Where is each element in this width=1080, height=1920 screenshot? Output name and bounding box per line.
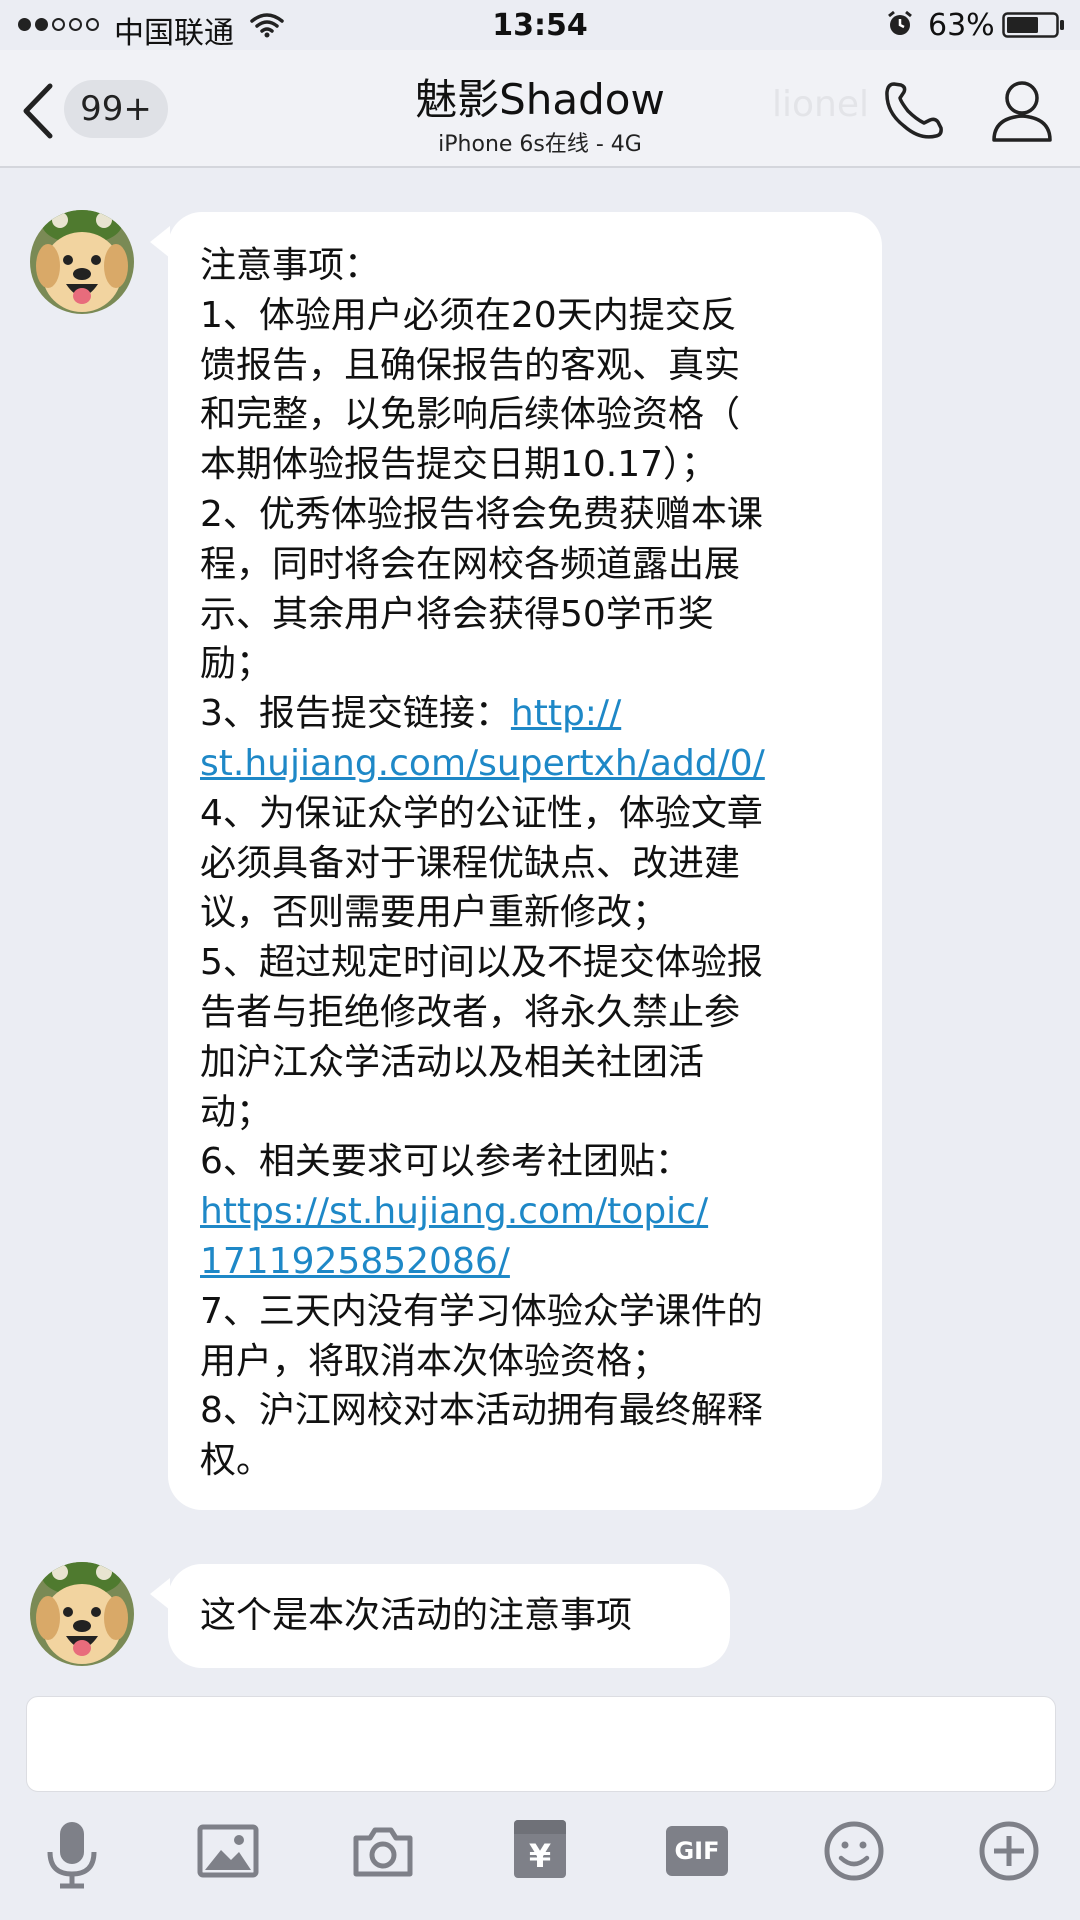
message-line: 1、体验用户必须在20天内提交反 — [200, 291, 858, 341]
plus-circle-icon[interactable] — [978, 1820, 1040, 1882]
message-text: 议，否则需要用户重新修改； — [200, 892, 669, 934]
alarm-icon — [888, 10, 912, 35]
status-bar: 中国联通 13:54 63% — [0, 0, 1080, 51]
message-text: 注意事项： — [200, 245, 381, 286]
message-line: 馈报告，且确保报告的客观、真实 — [200, 341, 858, 391]
message-line: 7、三天内没有学习体验众学课件的 — [200, 1287, 858, 1337]
message-text: 必须具备对于课程优缺点、改进建 — [200, 842, 741, 884]
message-text: 告者与拒绝修改者，将永久禁止参 — [200, 991, 741, 1033]
message-text: 2、优秀体验报告将会免费获赠本课 — [200, 493, 763, 535]
gif-label: GIF — [674, 1837, 720, 1865]
message-line: 这个是本次活动的注意事项 — [200, 1591, 706, 1641]
message-line: 权。 — [200, 1436, 858, 1486]
phone-call-icon[interactable] — [880, 78, 946, 144]
dog-avatar-icon — [30, 1562, 134, 1666]
status-time: 13:54 — [492, 8, 588, 43]
battery-icon — [1002, 12, 1064, 38]
battery-percentage: 63% — [928, 8, 995, 43]
message-text: 加沪江众学活动以及相关社团活 — [200, 1041, 705, 1083]
message-line: 励； — [200, 639, 858, 689]
message-text: 励； — [200, 643, 273, 685]
gif-icon[interactable]: GIF — [666, 1826, 728, 1876]
image-icon[interactable] — [197, 1820, 259, 1882]
message-line: 议，否则需要用户重新修改； — [200, 888, 858, 938]
message-line: 示、其余用户将会获得50学币奖 — [200, 590, 858, 640]
message-line: 3、报告提交链接：http:// — [200, 689, 858, 739]
message-line: 加沪江众学活动以及相关社团活 — [200, 1038, 858, 1088]
bubble-tail — [150, 226, 170, 258]
contact-profile-icon[interactable] — [990, 78, 1054, 144]
message-text: 用户，将取消本次体验资格； — [200, 1340, 669, 1382]
message-text: 权。 — [200, 1440, 273, 1482]
message-line: 必须具备对于课程优缺点、改进建 — [200, 839, 858, 889]
message-text: 7、三天内没有学习体验众学课件的 — [200, 1290, 763, 1332]
message-text: 4、为保证众学的公证性，体验文章 — [200, 792, 763, 834]
message-line: 1711925852086/ — [200, 1237, 858, 1287]
message-link[interactable]: 1711925852086/ — [200, 1241, 510, 1282]
message-line: 和完整，以免影响后续体验资格（ — [200, 390, 858, 440]
message-line: 动； — [200, 1088, 858, 1138]
message-input[interactable] — [26, 1696, 1056, 1792]
message-line: 5、超过规定时间以及不提交体验报 — [200, 938, 858, 988]
message-link[interactable]: st.hujiang.com/supertxh/add/0/ — [200, 743, 765, 784]
message-link[interactable]: https://st.hujiang.com/topic/ — [200, 1191, 708, 1232]
message-line: 程，同时将会在网校各频道露出展 — [200, 540, 858, 590]
message-bubble[interactable]: 这个是本次活动的注意事项 — [168, 1564, 730, 1668]
message-line: 4、为保证众学的公证性，体验文章 — [200, 789, 858, 839]
contact-avatar[interactable] — [30, 1562, 134, 1666]
message-line: 告者与拒绝修改者，将永久禁止参 — [200, 988, 858, 1038]
message-line: 2、优秀体验报告将会免费获赠本课 — [200, 490, 858, 540]
message-bubble[interactable]: 注意事项： 1、体验用户必须在20天内提交反 馈报告，且确保报告的客观、真实 和完整，… — [168, 212, 882, 1510]
bubble-tail — [150, 1578, 170, 1610]
message-line: 用户，将取消本次体验资格； — [200, 1337, 858, 1387]
message-line: https://st.hujiang.com/topic/ — [200, 1187, 858, 1237]
red-packet-icon[interactable]: ¥ — [514, 1820, 566, 1878]
camera-icon[interactable] — [352, 1820, 414, 1882]
message-text: 1、体验用户必须在20天内提交反 — [200, 294, 737, 336]
microphone-icon[interactable] — [42, 1820, 102, 1890]
message-text: 3、报告提交链接： — [200, 693, 511, 735]
message-text: 动； — [200, 1091, 273, 1133]
message-text: 这个是本次活动的注意事项 — [200, 1595, 633, 1636]
message-line: 8、沪江网校对本活动拥有最终解释 — [200, 1386, 858, 1436]
message-line: 本期体验报告提交日期10.17）； — [200, 440, 858, 490]
message-line: st.hujiang.com/supertxh/add/0/ — [200, 739, 858, 789]
red-packet-label: ¥ — [528, 1837, 552, 1875]
contact-avatar[interactable] — [30, 210, 134, 314]
chat-header: 99+ lionel 魅影Shadow iPhone 6s在线 - 4G — [0, 50, 1080, 168]
dog-avatar-icon — [30, 210, 134, 314]
chat-screen: 中国联通 13:54 63% 99+ lionel 魅影Shadow iPhon… — [0, 0, 1080, 1920]
message-text: 和完整，以免影响后续体验资格（ — [200, 394, 741, 436]
message-text: 程，同时将会在网校各频道露出展 — [200, 543, 741, 585]
message-text: 5、超过规定时间以及不提交体验报 — [200, 942, 763, 984]
message-link[interactable]: http:// — [511, 693, 621, 734]
message-text: 6、相关要求可以参考社团贴： — [200, 1141, 691, 1183]
message-text: 8、沪江网校对本活动拥有最终解释 — [200, 1390, 763, 1432]
emoji-icon[interactable] — [823, 1820, 885, 1882]
message-line: 注意事项： — [200, 241, 858, 291]
message-text: 本期体验报告提交日期10.17）； — [200, 444, 718, 486]
message-line: 6、相关要求可以参考社团贴： — [200, 1137, 858, 1187]
message-text: 馈报告，且确保报告的客观、真实 — [200, 344, 741, 386]
message-text: 示、其余用户将会获得50学币奖 — [200, 593, 714, 635]
